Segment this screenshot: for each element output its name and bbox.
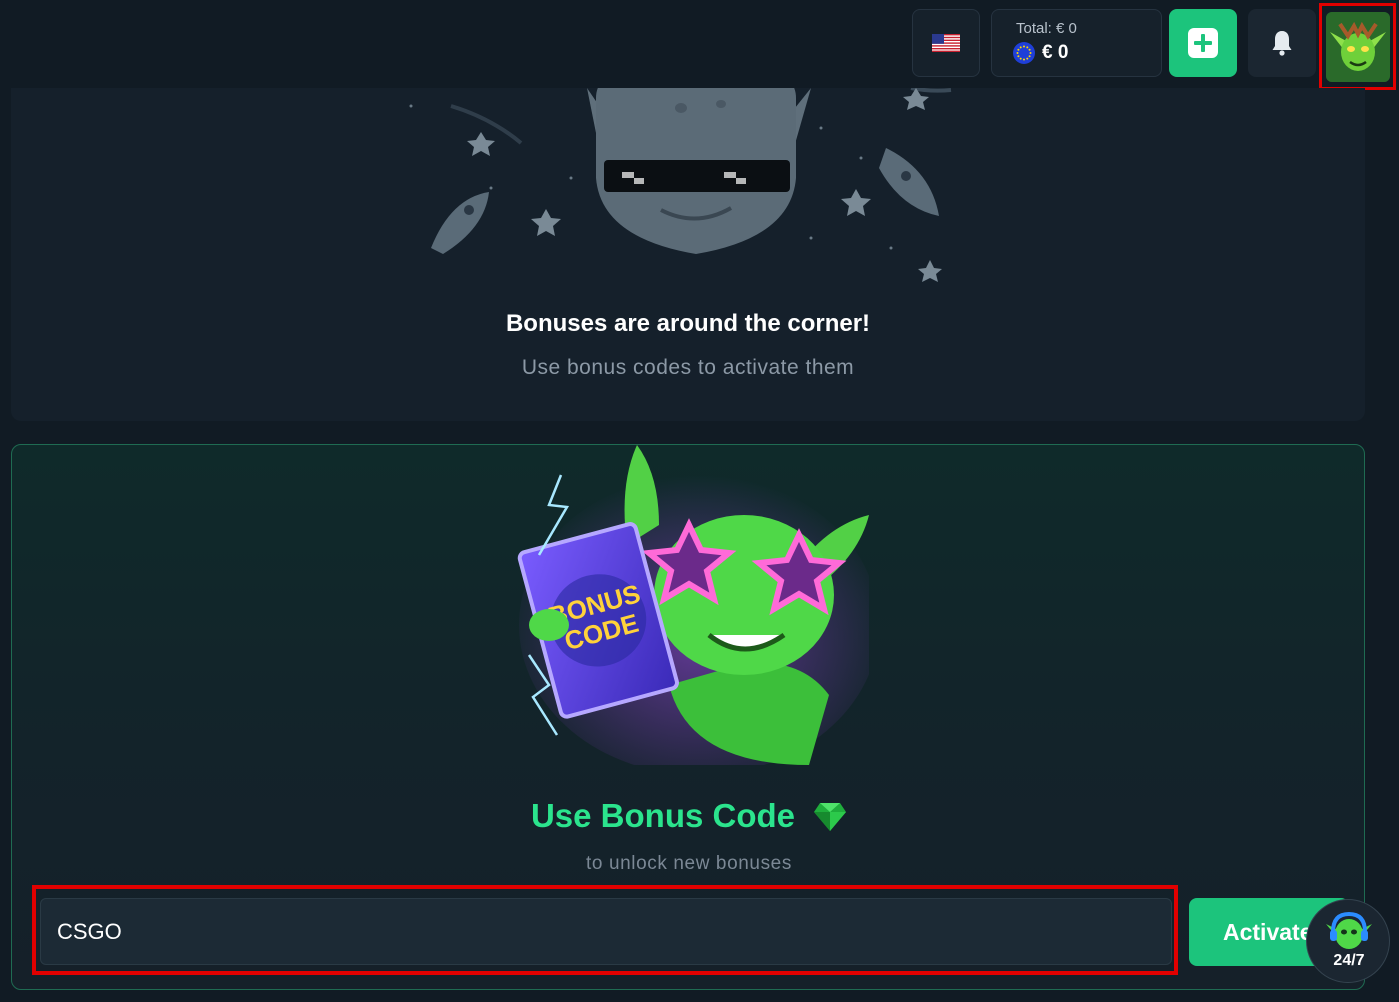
goblin-sunglasses-illustration (409, 88, 952, 282)
support-chat-button[interactable]: 24/7 (1306, 899, 1390, 983)
empty-state-title: Bonuses are around the corner! (505, 310, 871, 337)
support-label: 24/7 (1333, 952, 1365, 969)
plus-icon (1188, 28, 1218, 58)
bonus-code-subtitle: to unlock new bonuses (586, 853, 792, 874)
bonuses-page: Total: € 0 € 0 Bonuses are around the co… (0, 0, 1399, 1002)
bonus-code-title: Use Bonus Code (530, 797, 796, 834)
avatar (1325, 11, 1390, 82)
goblin-avatar-icon (1325, 11, 1390, 82)
euro-coin-icon (1013, 42, 1035, 64)
us-flag-icon (932, 34, 960, 52)
top-header: Total: € 0 € 0 (0, 0, 1399, 90)
bonus-code-input-highlight (32, 885, 1178, 975)
goblin-bonus-code-illustration: BONUS CODE (517, 445, 869, 765)
bonus-code-panel: BONUS CODE Use Bonus Code to unlock new … (11, 444, 1365, 990)
balance-display[interactable]: Total: € 0 € 0 (991, 9, 1162, 77)
deposit-button[interactable] (1169, 9, 1237, 77)
bell-icon (1272, 31, 1292, 56)
bonuses-empty-panel: Bonuses are around the corner! Use bonus… (11, 88, 1365, 421)
language-selector-button[interactable] (912, 9, 980, 77)
balance-amount: € 0 (1042, 42, 1069, 63)
green-gem-icon (814, 803, 847, 831)
balance-total-label: Total: € 0 (1016, 20, 1077, 37)
profile-avatar-button[interactable] (1319, 3, 1396, 90)
notifications-button[interactable] (1248, 9, 1316, 77)
support-goblin-headset-icon (1326, 911, 1372, 949)
empty-state-subtitle: Use bonus codes to activate them (521, 356, 855, 379)
bonus-code-input[interactable] (40, 898, 1172, 965)
